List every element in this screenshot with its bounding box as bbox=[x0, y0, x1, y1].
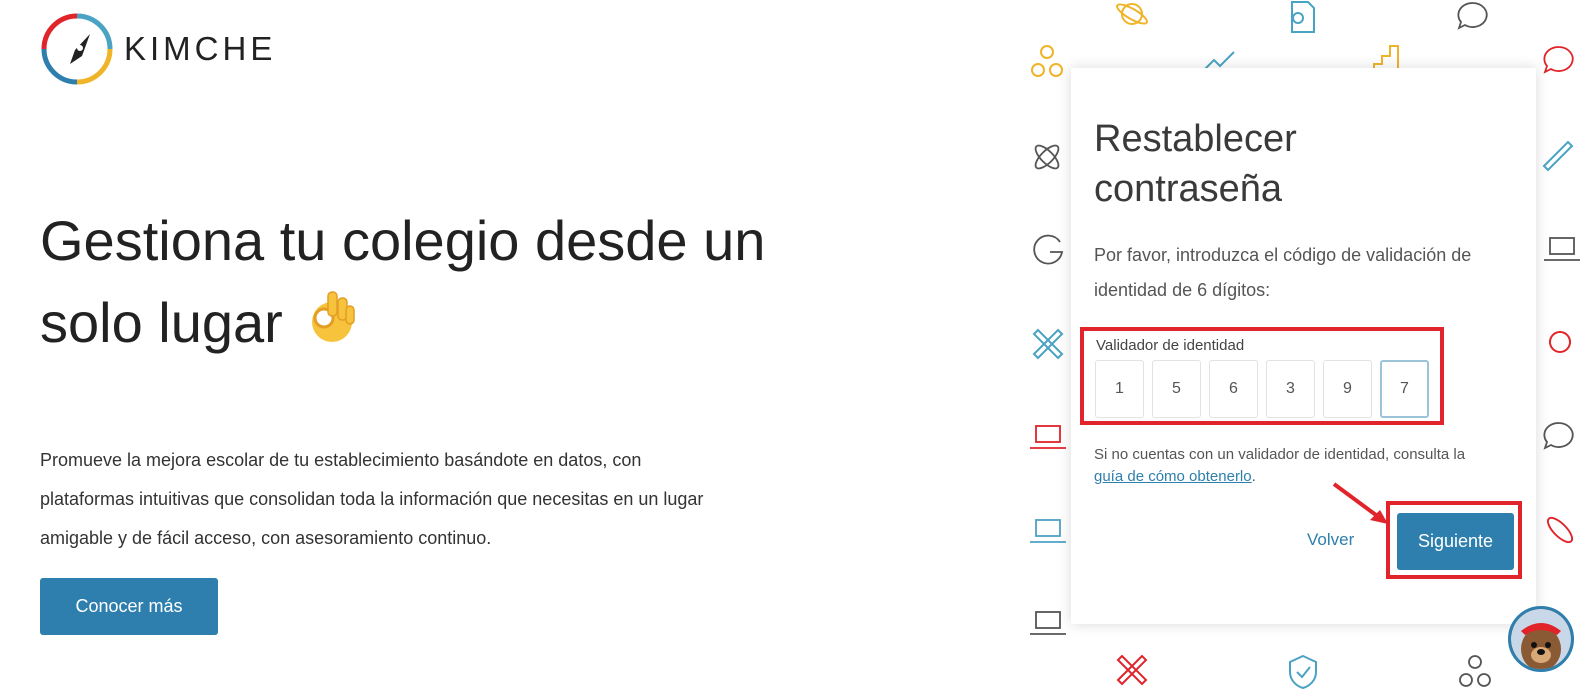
pencil-ruler-icon bbox=[1116, 654, 1148, 686]
hero-headline: Gestiona tu colegio desde un solo lugar bbox=[40, 200, 840, 368]
laptop-icon bbox=[1544, 237, 1580, 261]
validator-guide-link[interactable]: guía de cómo obtenerlo bbox=[1094, 468, 1252, 485]
reset-password-card: Restablecer contraseña Por favor, introd… bbox=[1071, 68, 1536, 624]
google-icon bbox=[1033, 234, 1064, 265]
help-prefix: Si no cuentas con un validador de identi… bbox=[1094, 446, 1466, 463]
digit-input-2[interactable] bbox=[1152, 360, 1201, 418]
digit-input-1[interactable] bbox=[1095, 360, 1144, 418]
digit-inputs bbox=[1095, 360, 1429, 418]
next-button[interactable]: Siguiente bbox=[1397, 513, 1514, 570]
brand-name: KIMCHE bbox=[124, 30, 277, 67]
validator-label: Validador de identidad bbox=[1096, 337, 1245, 354]
brand-logo[interactable]: KIMCHE bbox=[40, 12, 276, 86]
circles-icon bbox=[1031, 45, 1063, 77]
shield-icon bbox=[1289, 654, 1317, 690]
card-instructions: Por favor, introduzca el código de valid… bbox=[1094, 245, 1472, 300]
ok-hand-icon bbox=[304, 286, 356, 368]
card-title: Restablecer contraseña bbox=[1094, 118, 1297, 210]
identity-validator-group: Validador de identidad bbox=[1080, 327, 1444, 425]
digit-input-6[interactable] bbox=[1380, 360, 1429, 418]
laptop-icon bbox=[1030, 519, 1066, 543]
laptop-icon bbox=[1030, 611, 1066, 635]
digit-input-5[interactable] bbox=[1323, 360, 1372, 418]
atom-icon bbox=[1546, 516, 1574, 544]
atom-icon bbox=[1034, 144, 1060, 170]
laptop-icon bbox=[1030, 425, 1066, 449]
planet-icon bbox=[1116, 3, 1148, 25]
hero-headline-text: Gestiona tu colegio desde un solo lugar bbox=[40, 209, 766, 354]
next-button-highlight: Siguiente bbox=[1386, 501, 1522, 579]
annotation-arrow-icon bbox=[1332, 482, 1388, 524]
chat-icon bbox=[1543, 422, 1574, 450]
hero-description: Promueve la mejora escolar de tu estable… bbox=[40, 450, 704, 548]
validator-help-text: Si no cuentas con un validador de identi… bbox=[1094, 444, 1494, 488]
pencil-ruler-icon bbox=[1542, 140, 1574, 172]
digit-input-3[interactable] bbox=[1209, 360, 1258, 418]
back-link[interactable]: Volver bbox=[1307, 530, 1354, 550]
dog-avatar-icon[interactable] bbox=[1508, 606, 1574, 672]
chat-icon bbox=[1543, 46, 1574, 74]
compass-logo-icon bbox=[41, 13, 113, 85]
help-suffix: . bbox=[1251, 468, 1256, 485]
learn-more-button[interactable]: Conocer más bbox=[40, 578, 218, 635]
circles-icon bbox=[1459, 655, 1491, 687]
digit-input-4[interactable] bbox=[1266, 360, 1315, 418]
chat-icon bbox=[1457, 2, 1488, 30]
certificate-icon bbox=[1291, 1, 1315, 33]
planet-icon bbox=[1549, 331, 1571, 353]
pencil-ruler-icon bbox=[1032, 328, 1064, 360]
